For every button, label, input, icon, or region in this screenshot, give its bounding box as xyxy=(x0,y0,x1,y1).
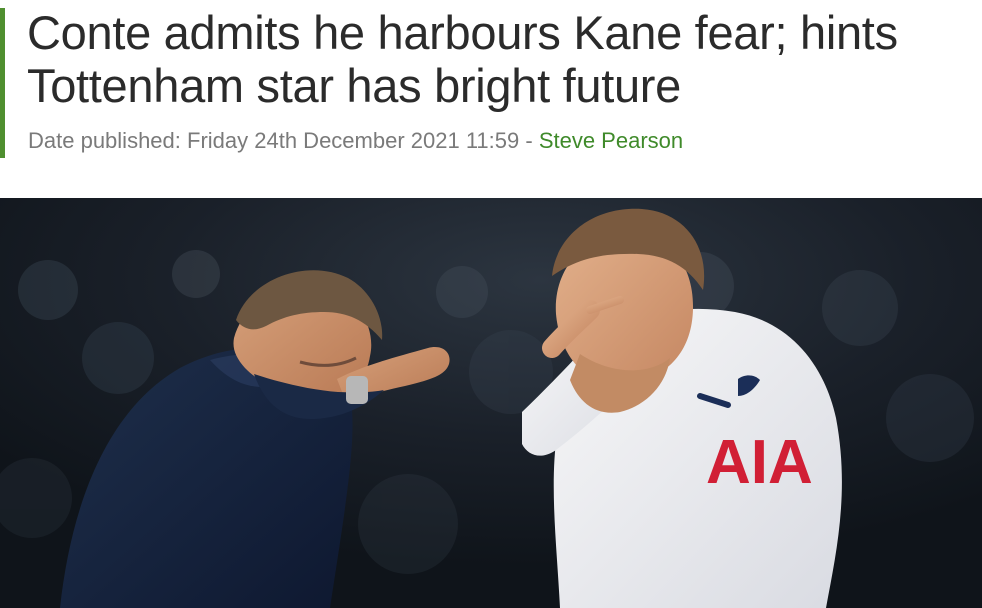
headline-accent-bar xyxy=(0,8,5,158)
article-headline: Conte admits he harbours Kane fear; hint… xyxy=(27,6,898,112)
author-link[interactable]: Steve Pearson xyxy=(539,128,683,153)
meta-separator: - xyxy=(519,128,539,153)
watch-icon xyxy=(346,376,368,404)
date-prefix: Date published: xyxy=(28,128,181,153)
shirt-sponsor-text: AIA xyxy=(706,428,813,497)
article-page: Conte admits he harbours Kane fear; hint… xyxy=(0,0,982,608)
article-header: Conte admits he harbours Kane fear; hint… xyxy=(0,0,982,160)
publish-date: Friday 24th December 2021 11:59 xyxy=(187,128,520,153)
hero-image: AIA xyxy=(0,198,982,608)
article-photo-svg: AIA xyxy=(0,198,982,608)
article-meta: Date published: Friday 24th December 202… xyxy=(28,128,683,154)
